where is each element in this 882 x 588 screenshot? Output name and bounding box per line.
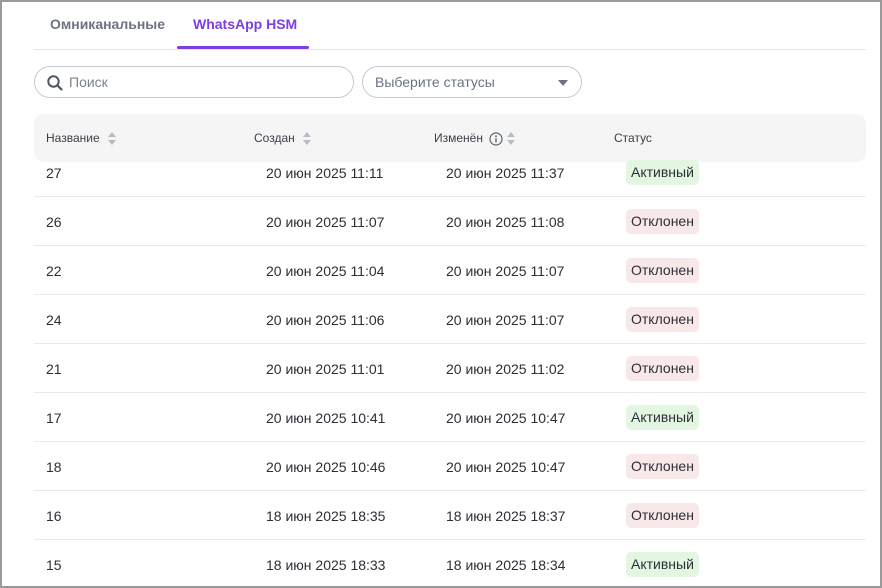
column-header-created-label: Создан: [254, 131, 295, 145]
column-header-name-label: Название: [46, 131, 100, 145]
created-date: 20 июн 2025 11:11: [266, 165, 384, 181]
created-date: 18 июн 2025 18:33: [266, 557, 386, 573]
column-header-modified-label: Изменён: [434, 131, 483, 145]
active-tab-indicator: [177, 46, 309, 49]
column-header-name[interactable]: Название: [46, 130, 116, 146]
status-select[interactable]: Выберите статусы: [362, 66, 582, 98]
template-name: 17: [46, 410, 62, 426]
status-badge: Активный: [626, 160, 699, 185]
table-row[interactable]: 16 18 июн 2025 18:35 18 июн 2025 18:37 Откл…: [34, 491, 866, 540]
status-badge: Активный: [626, 552, 699, 577]
column-header-status: Статус: [614, 131, 652, 145]
tab-bar: Омниканальные WhatsApp HSM: [34, 2, 866, 50]
status-badge: Отклонен: [626, 356, 699, 381]
modified-date: 20 июн 2025 11:07: [446, 312, 565, 328]
table-row[interactable]: 24 20 июн 2025 11:06 20 июн 2025 11:07 Откл…: [34, 295, 866, 344]
modified-date: 18 июн 2025 18:34: [446, 557, 566, 573]
info-icon[interactable]: [489, 132, 503, 146]
modified-date: 20 июн 2025 10:47: [446, 410, 566, 426]
created-date: 20 июн 2025 10:46: [266, 459, 386, 475]
template-name: 18: [46, 459, 62, 475]
modified-date: 20 июн 2025 10:47: [446, 459, 566, 475]
search-input[interactable]: [69, 72, 339, 92]
template-name: 21: [46, 361, 62, 377]
created-date: 20 июн 2025 11:01: [266, 361, 385, 377]
created-date: 20 июн 2025 11:06: [266, 312, 385, 328]
status-select-label: Выберите статусы: [375, 74, 495, 90]
template-name: 27: [46, 165, 62, 181]
modified-date: 20 июн 2025 11:02: [446, 361, 565, 377]
tab-omnichannel[interactable]: Омниканальные: [50, 14, 165, 50]
created-date: 20 июн 2025 11:07: [266, 214, 385, 230]
template-name: 24: [46, 312, 62, 328]
table-body: 27 20 июн 2025 11:11 20 июн 2025 11:37 Акти…: [34, 148, 866, 586]
chevron-down-icon: [558, 80, 568, 86]
sort-icon[interactable]: [302, 131, 311, 146]
sort-icon[interactable]: [506, 131, 515, 146]
template-name: 16: [46, 508, 62, 524]
table-row[interactable]: 17 20 июн 2025 10:41 20 июн 2025 10:47 Акти…: [34, 393, 866, 442]
table-row[interactable]: 26 20 июн 2025 11:07 20 июн 2025 11:08 Откл…: [34, 197, 866, 246]
template-name: 15: [46, 557, 62, 573]
sort-icon[interactable]: [107, 131, 116, 146]
status-badge: Отклонен: [626, 503, 699, 528]
search-box[interactable]: [34, 66, 354, 98]
status-badge: Отклонен: [626, 307, 699, 332]
created-date: 18 июн 2025 18:35: [266, 508, 386, 524]
status-badge: Отклонен: [626, 454, 699, 479]
column-header-created[interactable]: Создан: [254, 130, 311, 146]
tab-whatsapp-hsm[interactable]: WhatsApp HSM: [193, 14, 297, 50]
created-date: 20 июн 2025 11:04: [266, 263, 385, 279]
app-frame: Омниканальные WhatsApp HSM Выберите стат…: [0, 0, 882, 588]
table-row[interactable]: 27 20 июн 2025 11:11 20 июн 2025 11:37 Акти…: [34, 148, 866, 197]
template-name: 22: [46, 263, 62, 279]
modified-date: 18 июн 2025 18:37: [446, 508, 566, 524]
modified-date: 20 июн 2025 11:08: [446, 214, 565, 230]
table-row[interactable]: 22 20 июн 2025 11:04 20 июн 2025 11:07 Откл…: [34, 246, 866, 295]
modified-date: 20 июн 2025 11:37: [446, 165, 565, 181]
status-badge: Отклонен: [626, 209, 699, 234]
table-row[interactable]: 15 18 июн 2025 18:33 18 июн 2025 18:34 Акти…: [34, 540, 866, 586]
table-row[interactable]: 21 20 июн 2025 11:01 20 июн 2025 11:02 Откл…: [34, 344, 866, 393]
status-badge: Активный: [626, 405, 699, 430]
status-badge: Отклонен: [626, 258, 699, 283]
table-row[interactable]: 18 20 июн 2025 10:46 20 июн 2025 10:47 Откл…: [34, 442, 866, 491]
search-icon: [47, 75, 63, 91]
created-date: 20 июн 2025 10:41: [266, 410, 386, 426]
column-header-modified[interactable]: Изменён: [434, 130, 515, 146]
template-name: 26: [46, 214, 62, 230]
modified-date: 20 июн 2025 11:07: [446, 263, 565, 279]
